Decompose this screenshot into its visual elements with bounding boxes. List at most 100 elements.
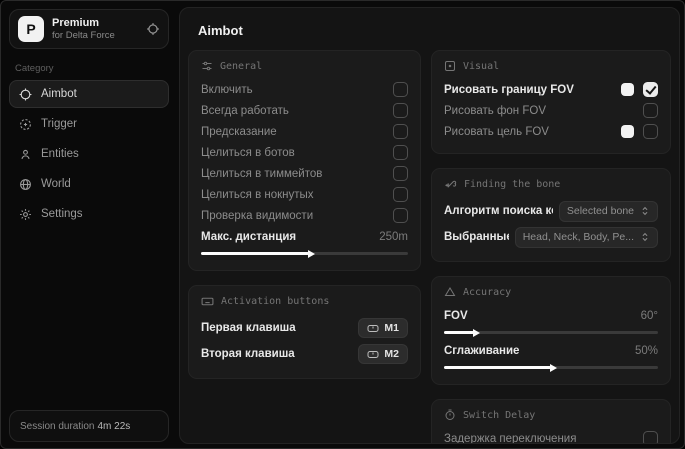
slider-label: Макс. дистанция [201,230,297,243]
first-key-button[interactable]: M1 [358,318,408,338]
toggle-label: Всегда работать [201,104,289,117]
panel-switch-delay: Switch Delay Задержка переключения Задер… [431,399,671,444]
slider-fill [201,252,309,255]
sidebar-item-label: Entities [41,148,79,160]
visual-label: Рисовать фон FOV [444,104,546,117]
entities-icon [19,148,32,161]
dropdown-label: Выбранные кос [444,231,509,243]
max-distance-slider[interactable] [201,252,408,255]
session-duration: Session duration 4m 22s [9,410,169,442]
panel-title: Accuracy [463,286,512,298]
sidebar-item-aimbot[interactable]: Aimbot [9,80,169,108]
slider-label: FOV [444,309,468,322]
checkbox-target-teammates[interactable] [393,166,408,181]
toggle-row: Целиться в тиммейтов [201,163,408,184]
sidebar-item-entities[interactable]: Entities [9,140,169,168]
toggle-label: Целиться в тиммейтов [201,167,323,180]
session-value: 4m 22s [97,421,131,432]
sidebar-item-label: Aimbot [41,88,77,100]
keyboard-icon [201,295,214,308]
category-label: Category [15,63,54,74]
keybind-value: M1 [384,322,399,334]
sidebar-item-label: Trigger [41,118,77,130]
fov-target-color-swatch[interactable] [621,125,634,138]
session-label: Session duration [20,421,95,432]
sidebar-nav: Aimbot Trigger Entities World Settings [9,80,169,228]
fov-slider[interactable] [444,331,658,334]
visual-icon [444,60,456,72]
sidebar-item-settings[interactable]: Settings [9,200,169,228]
gear-icon [19,208,32,221]
premium-card: P Premium for Delta Force [9,9,169,49]
panel-title: Switch Delay [463,409,536,421]
checkbox-always-work[interactable] [393,103,408,118]
sidebar-item-label: Settings [41,208,83,220]
slider-value: 50% [634,344,658,357]
toggle-row: Проверка видимости [201,205,408,226]
checkbox-prediction[interactable] [393,124,408,139]
visual-row: Рисовать фон FOV [444,100,658,121]
main-panel: Aimbot General Включить Всегда работать [179,7,680,444]
chevrons-up-down-icon [640,206,650,216]
slider-fill [444,366,551,369]
toggle-row: Целиться в нокнутых [201,184,408,205]
chevrons-up-down-icon [640,232,650,242]
checkbox-switch-delay[interactable] [643,431,658,443]
smoothing-slider[interactable] [444,366,658,369]
panel-activation-buttons: Activation buttons Первая клавиша M1 Вто… [188,285,421,379]
checkbox-draw-fov-target[interactable] [643,124,658,139]
app-logo: P [18,16,44,42]
toggle-row: Предсказание [201,121,408,142]
dropdown-row: Выбранные кос Head, Neck, Body, Pe... [444,224,658,250]
keybind-row: Первая клавиша M1 [201,315,408,341]
second-key-button[interactable]: M2 [358,344,408,364]
keybind-label: Первая клавиша [201,322,296,334]
panel-finding-bone: Finding the bone Алгоритм поиска кост Se… [431,168,671,262]
dropdown-row: Алгоритм поиска кост Selected bone [444,198,658,224]
mouse-icon [367,324,379,333]
panel-general: General Включить Всегда работать Предска… [188,50,421,271]
dropdown-label: Алгоритм поиска кост [444,205,553,217]
visual-row: Рисовать границу FOV [444,79,658,100]
panel-title: Finding the bone [464,179,561,190]
toggle-label: Целиться в нокнутых [201,188,314,201]
trigger-icon [19,118,32,131]
toggle-label: Целиться в ботов [201,146,295,159]
slider-fill [444,331,474,334]
crosshair-icon [19,88,32,101]
sidebar-item-world[interactable]: World [9,170,169,198]
bone-icon [444,178,457,191]
checkbox-draw-fov-background[interactable] [643,103,658,118]
visual-row: Рисовать цель FOV [444,121,658,142]
bone-algorithm-select[interactable]: Selected bone [558,200,658,222]
sidebar: P Premium for Delta Force Category Aimbo… [1,1,177,448]
panel-title: Activation buttons [221,296,330,307]
checkbox-draw-fov-border[interactable] [643,82,658,97]
fov-border-color-swatch[interactable] [621,83,634,96]
sidebar-item-trigger[interactable]: Trigger [9,110,169,138]
keybind-row: Вторая клавиша M2 [201,341,408,367]
panel-visual: Visual Рисовать границу FOV Рисовать фон… [431,50,671,154]
visual-label: Рисовать цель FOV [444,125,549,138]
toggle-row: Включить [201,79,408,100]
slider-value: 250m [379,230,408,243]
stopwatch-icon [444,409,456,421]
toggle-label: Предсказание [201,125,277,138]
toggle-label: Задержка переключения [444,432,577,444]
page-title: Aimbot [198,23,243,38]
sliders-icon [201,60,213,72]
dropdown-value: Head, Neck, Body, Pe... [522,231,634,243]
checkbox-enable[interactable] [393,82,408,97]
premium-subtitle: for Delta Force [52,29,115,41]
checkbox-target-bots[interactable] [393,145,408,160]
selected-bones-select[interactable]: Head, Neck, Body, Pe... [514,226,658,248]
premium-title: Premium [52,16,100,29]
checkbox-visibility-check[interactable] [393,208,408,223]
visual-label: Рисовать границу FOV [444,83,574,96]
toggle-row: Целиться в ботов [201,142,408,163]
unload-icon[interactable] [146,22,160,36]
toggle-row: Всегда работать [201,100,408,121]
slider-row: FOV 60° [444,305,658,326]
checkbox-target-knocked[interactable] [393,187,408,202]
toggle-label: Проверка видимости [201,209,314,222]
